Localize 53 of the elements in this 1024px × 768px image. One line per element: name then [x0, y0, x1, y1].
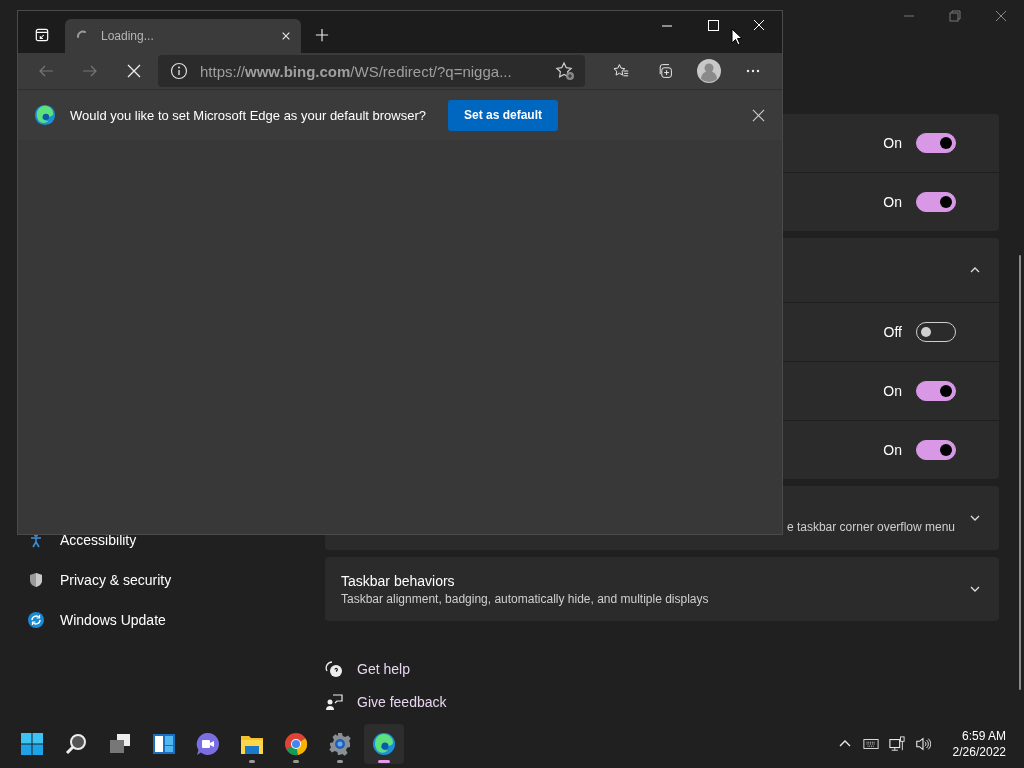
set-default-button[interactable]: Set as default [448, 99, 559, 131]
profile-avatar-icon[interactable] [697, 59, 721, 83]
toggle-switch[interactable] [916, 192, 956, 212]
feedback-icon [325, 692, 343, 711]
tab-actions-icon[interactable] [35, 28, 49, 42]
toggle-switch[interactable] [916, 440, 956, 460]
taskbar-button[interactable] [364, 724, 404, 764]
card-title: Taskbar behaviors [341, 572, 456, 589]
browser-tab[interactable]: Loading... [65, 19, 301, 53]
back-icon[interactable] [38, 63, 54, 79]
chat-icon [196, 732, 220, 756]
forward-icon[interactable] [82, 63, 98, 79]
sidebar-item[interactable]: Privacy & security [60, 572, 172, 588]
favorites-icon[interactable] [613, 63, 629, 79]
toggle-label: On [883, 442, 902, 458]
clock[interactable]: 6:59 AM 2/26/2022 [952, 728, 1006, 760]
keyboard-icon[interactable] [862, 736, 879, 752]
info-icon[interactable] [170, 62, 188, 80]
card-description: e taskbar corner overflow menu [786, 520, 955, 534]
help-link[interactable]: Give feedback [325, 685, 999, 718]
edge-icon [372, 732, 396, 756]
toggle-label: On [883, 194, 902, 210]
cursor-icon [731, 28, 743, 46]
address-bar[interactable]: https://www.bing.com/WS/redirect/?q=nigga... [158, 55, 585, 87]
collections-icon[interactable] [657, 63, 673, 79]
speaker-icon[interactable] [914, 736, 931, 752]
toggle-switch[interactable] [916, 381, 956, 401]
chrome-icon [284, 732, 308, 756]
start-icon [20, 732, 44, 756]
update-icon [28, 612, 44, 628]
scrollbar[interactable] [1019, 255, 1021, 690]
toggle-label: Off [883, 324, 902, 340]
sidebar-item[interactable]: Windows Update [60, 612, 166, 628]
infobar-message: Would you like to set Microsoft Edge as your default browser? [70, 107, 426, 123]
sidebar-item[interactable]: Accessibility [60, 532, 137, 548]
edge-logo-icon [34, 104, 56, 126]
new-tab-icon[interactable] [315, 28, 329, 42]
task-view-icon [108, 732, 132, 756]
search-icon [64, 732, 88, 756]
stop-icon[interactable] [126, 63, 142, 79]
close-icon[interactable] [752, 108, 765, 122]
close-tab-icon[interactable] [281, 31, 291, 41]
card-description: Taskbar alignment, badging, automatically hide, and multiple displays [341, 591, 710, 606]
widgets-icon [152, 732, 176, 756]
toggle-switch[interactable] [916, 133, 956, 153]
toggle-label: On [883, 135, 902, 151]
help-link[interactable]: Get help [325, 652, 999, 685]
gear-icon [328, 732, 352, 756]
network-icon[interactable] [888, 736, 905, 752]
add-favorite-icon[interactable] [555, 61, 575, 81]
shield-icon [28, 572, 44, 588]
toggle-label: On [883, 383, 902, 399]
help-bubble-icon [325, 659, 343, 678]
